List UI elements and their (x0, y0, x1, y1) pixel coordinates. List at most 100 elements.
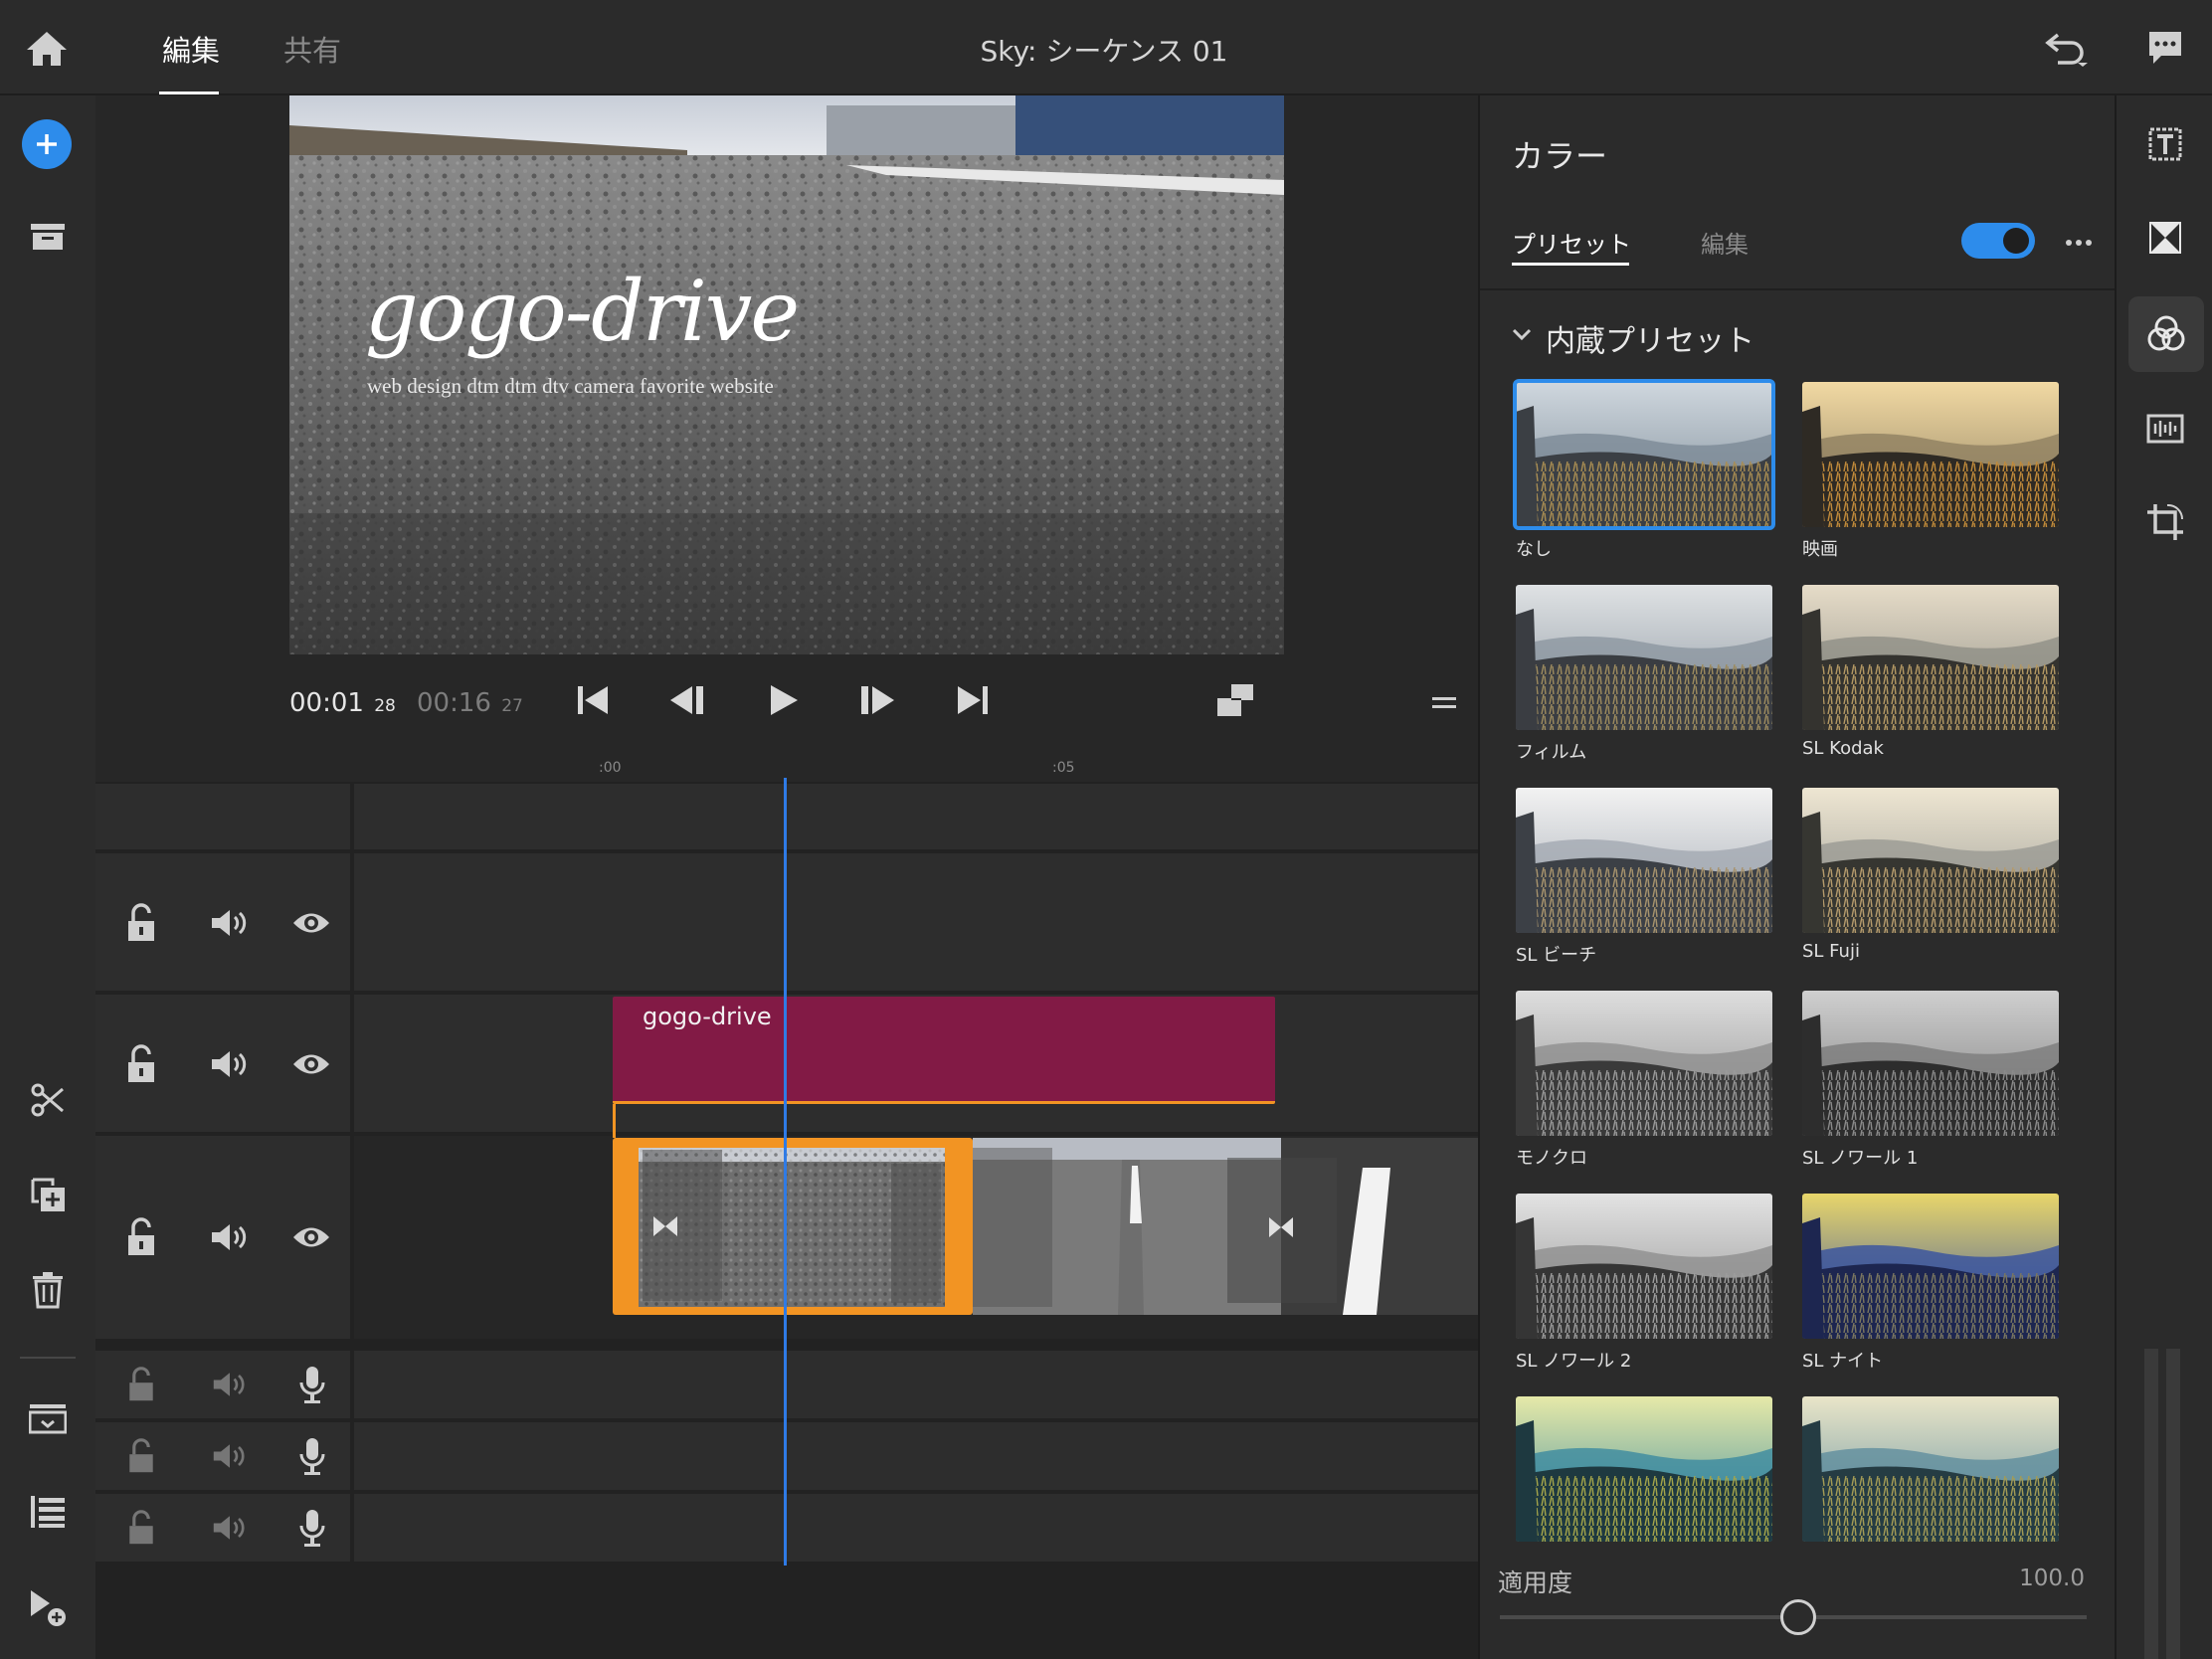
speaker-icon[interactable] (205, 1042, 255, 1086)
preset-thumbnail[interactable] (1516, 1194, 1772, 1339)
preset-label: SL Kodak (1802, 738, 1884, 759)
more-options-icon[interactable] (2057, 225, 2101, 261)
preset-thumbnail[interactable] (1802, 991, 2059, 1136)
video-clip-2[interactable] (973, 1138, 1478, 1315)
lock-icon[interactable] (119, 899, 163, 947)
go-to-start-button[interactable] (573, 678, 613, 722)
transitions-icon[interactable] (2140, 213, 2190, 263)
intensity-slider-thumb[interactable] (1780, 1599, 1816, 1635)
tab-color-edit-label: 編集 (1701, 231, 1749, 259)
eye-icon[interactable] (286, 1217, 336, 1257)
playhead[interactable] (784, 778, 787, 1566)
preset-grid: なし 映画 フィルム SL Kodak SL ビーチ SL Fuji モノクロ SL ノワール… (1480, 302, 2115, 1625)
preset-label: モノクロ (1516, 1148, 1587, 1169)
home-icon[interactable] (20, 24, 74, 72)
speaker-icon[interactable] (205, 1215, 255, 1259)
step-back-icon (670, 686, 703, 714)
microphone-icon[interactable] (290, 1434, 334, 1478)
lock-icon[interactable] (119, 1363, 163, 1406)
lock-icon[interactable] (119, 1506, 163, 1550)
skip-start-icon (578, 686, 608, 714)
tab-edit-underline (159, 92, 219, 94)
split-scissors-icon[interactable] (24, 1078, 72, 1122)
intensity-label: 適用度 (1498, 1568, 1573, 1597)
speaker-icon[interactable] (205, 1365, 255, 1404)
track-list-icon[interactable] (24, 1490, 72, 1534)
transition-bowtie-icon[interactable] (648, 1209, 682, 1243)
track-lane-a2[interactable] (354, 1422, 1478, 1490)
preset-thumbnail[interactable] (1802, 382, 2059, 527)
crop-icon[interactable] (2140, 497, 2190, 547)
preset-label: SL ナイト (1802, 1351, 1884, 1372)
preset-thumbnail[interactable] (1516, 1396, 1772, 1542)
preset-thumbnail[interactable] (1516, 585, 1772, 730)
skip-end-icon (958, 686, 988, 714)
tab-share[interactable]: 共有 (280, 28, 344, 70)
page-title: Sky: シーケンス 01 (980, 35, 1228, 68)
preset-thumbnail[interactable] (1516, 788, 1772, 933)
tab-presets[interactable]: プリセット (1512, 225, 1631, 260)
preset-label: SL Fuji (1802, 941, 1860, 962)
step-back-button[interactable] (667, 678, 707, 722)
preset-thumbnail[interactable] (1513, 379, 1775, 530)
add-media-button[interactable] (22, 119, 72, 169)
color-icon[interactable] (2128, 296, 2204, 372)
transition-center[interactable] (973, 1148, 1052, 1307)
project-bin-icon[interactable] (24, 215, 72, 259)
timecode-current-main: 00:01 (289, 688, 364, 718)
plus-icon (37, 134, 57, 154)
feedback-icon[interactable] (2138, 24, 2192, 72)
lock-icon[interactable] (119, 1434, 163, 1478)
video-clip-1[interactable] (613, 1138, 973, 1315)
tab-presets-underline (1512, 263, 1629, 266)
go-to-end-button[interactable] (953, 678, 993, 722)
ruler-mark-0: :00 (599, 760, 622, 776)
step-forward-button[interactable] (857, 678, 897, 722)
timecode-current-frames: 28 (374, 696, 396, 716)
play-button[interactable] (764, 678, 804, 722)
preset-thumbnail[interactable] (1802, 788, 2059, 933)
lock-icon[interactable] (119, 1040, 163, 1088)
undo-icon[interactable] (2039, 24, 2095, 74)
track-settings-icon[interactable] (24, 1396, 72, 1440)
delete-trash-icon[interactable] (24, 1267, 72, 1313)
preset-thumbnail[interactable] (1802, 1396, 2059, 1542)
overlay-title-text: gogo-drive (365, 263, 800, 360)
speaker-icon[interactable] (205, 1508, 255, 1548)
audio-meter-right (2166, 1349, 2180, 1659)
clip-link-line (613, 1104, 616, 1138)
video-preview[interactable]: gogo-drive web design dtm dtm dtv camera… (289, 95, 1284, 654)
microphone-icon[interactable] (290, 1506, 334, 1550)
tab-share-label: 共有 (282, 34, 341, 68)
audio-icon[interactable] (2140, 404, 2190, 454)
track-lane-a1[interactable] (354, 1351, 1478, 1418)
eye-icon[interactable] (286, 903, 336, 943)
panel-divider (1480, 288, 2115, 290)
titles-icon[interactable] (2140, 119, 2190, 169)
preset-thumbnail[interactable] (1802, 1194, 2059, 1339)
preset-thumbnail[interactable] (1516, 991, 1772, 1136)
track-lane-v3[interactable] (354, 853, 1478, 991)
audio-meter-left (2144, 1349, 2158, 1659)
eye-icon[interactable] (286, 1044, 336, 1084)
speaker-icon[interactable] (205, 1436, 255, 1476)
lock-icon[interactable] (119, 1213, 163, 1261)
color-enable-toggle[interactable] (1961, 223, 2035, 259)
ruler-mark-1: :05 (1052, 760, 1075, 776)
duplicate-icon[interactable] (24, 1172, 72, 1217)
microphone-icon[interactable] (290, 1363, 334, 1406)
right-toolbar (2115, 95, 2212, 1659)
transition-bowtie-icon[interactable] (1263, 1209, 1299, 1245)
tab-color-edit[interactable]: 編集 (1701, 225, 1749, 260)
transition-right[interactable] (891, 1164, 941, 1303)
toggle-knob (2003, 228, 2029, 254)
monitor-options-icon[interactable] (1426, 686, 1462, 720)
top-bar: 編集 共有 Sky: シーケンス 01 (0, 0, 2212, 95)
fullscreen-toggle-icon[interactable] (1213, 678, 1257, 722)
title-clip[interactable]: gogo-drive (613, 997, 1275, 1104)
add-track-icon[interactable] (24, 1583, 72, 1631)
track-lane-a3[interactable] (354, 1494, 1478, 1562)
speaker-icon[interactable] (205, 901, 255, 945)
tab-edit[interactable]: 編集 (159, 28, 223, 70)
preset-thumbnail[interactable] (1802, 585, 2059, 730)
